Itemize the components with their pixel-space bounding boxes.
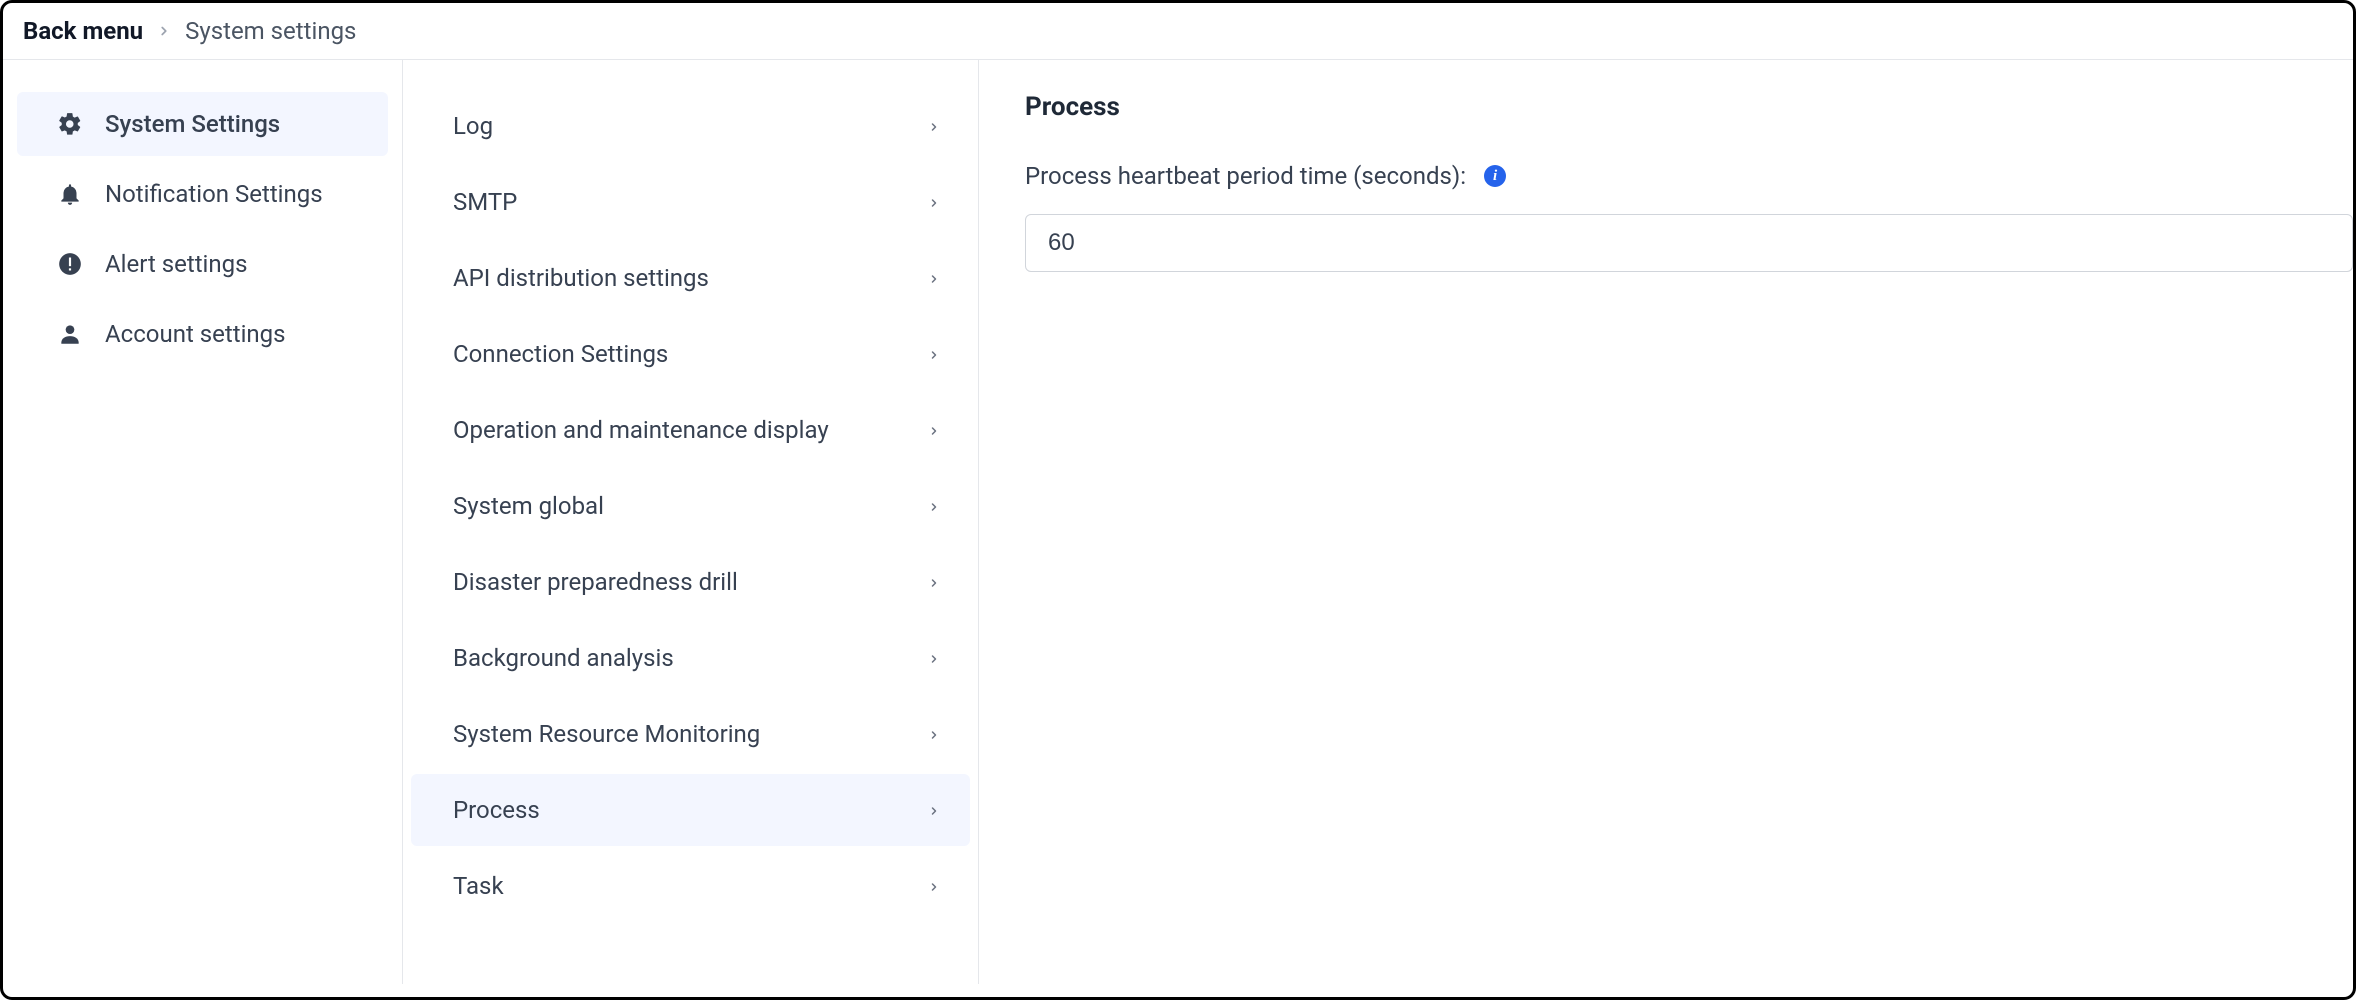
bell-icon: [57, 181, 83, 207]
sidebar-item-label: Account settings: [105, 320, 286, 348]
sidebar-item-label: Alert settings: [105, 250, 248, 278]
chevron-right-icon: [928, 722, 940, 747]
submenu-item-label: API distribution settings: [453, 264, 709, 292]
chevron-right-icon: [928, 266, 940, 291]
sidebar: System Settings Notification Settings Al…: [3, 60, 403, 984]
submenu-item-label: Disaster preparedness drill: [453, 568, 738, 596]
sidebar-item-account-settings[interactable]: Account settings: [17, 302, 388, 366]
gear-icon: [57, 111, 83, 137]
user-icon: [57, 321, 83, 347]
chevron-right-icon: [157, 19, 171, 43]
submenu-item-label: Log: [453, 112, 493, 140]
submenu-item-label: Background analysis: [453, 644, 674, 672]
submenu-item-dpd[interactable]: Disaster preparedness drill: [411, 546, 970, 618]
chevron-right-icon: [928, 646, 940, 671]
submenu-item-system-global[interactable]: System global: [411, 470, 970, 542]
submenu-item-label: Process: [453, 796, 540, 824]
sidebar-item-label: Notification Settings: [105, 180, 323, 208]
chevron-right-icon: [928, 798, 940, 823]
chevron-right-icon: [928, 342, 940, 367]
breadcrumb-current: System settings: [185, 17, 356, 45]
submenu-item-label: System global: [453, 492, 604, 520]
submenu-item-label: Operation and maintenance display: [453, 416, 829, 444]
heartbeat-label: Process heartbeat period time (seconds):: [1025, 162, 1466, 190]
content-panel: Process Process heartbeat period time (s…: [979, 60, 2353, 984]
chevron-right-icon: [928, 570, 940, 595]
submenu-item-smtp[interactable]: SMTP: [411, 166, 970, 238]
submenu-item-label: System Resource Monitoring: [453, 720, 760, 748]
info-icon[interactable]: i: [1484, 165, 1506, 187]
submenu-item-label: Connection Settings: [453, 340, 668, 368]
submenu-item-api-distribution[interactable]: API distribution settings: [411, 242, 970, 314]
submenu-item-label: SMTP: [453, 188, 517, 216]
sidebar-item-system-settings[interactable]: System Settings: [17, 92, 388, 156]
submenu-item-task[interactable]: Task: [411, 850, 970, 922]
chevron-right-icon: [928, 418, 940, 443]
submenu-item-process[interactable]: Process: [411, 774, 970, 846]
submenu-item-connection[interactable]: Connection Settings: [411, 318, 970, 390]
submenu-item-log[interactable]: Log: [411, 90, 970, 162]
sidebar-item-label: System Settings: [105, 110, 280, 138]
submenu-item-bg-analysis[interactable]: Background analysis: [411, 622, 970, 694]
sidebar-item-alert-settings[interactable]: Alert settings: [17, 232, 388, 296]
submenu-item-srm[interactable]: System Resource Monitoring: [411, 698, 970, 770]
breadcrumb: Back menu System settings: [3, 3, 2353, 60]
breadcrumb-back[interactable]: Back menu: [23, 17, 143, 45]
page-title: Process: [1025, 92, 2353, 122]
heartbeat-label-row: Process heartbeat period time (seconds):…: [1025, 162, 2353, 190]
submenu-item-label: Task: [453, 872, 504, 900]
alert-icon: [57, 251, 83, 277]
submenu-item-omd[interactable]: Operation and maintenance display: [411, 394, 970, 466]
heartbeat-input[interactable]: [1025, 214, 2353, 272]
chevron-right-icon: [928, 190, 940, 215]
chevron-right-icon: [928, 494, 940, 519]
chevron-right-icon: [928, 874, 940, 899]
submenu: Log SMTP API distribution settings Conne…: [403, 60, 979, 984]
chevron-right-icon: [928, 114, 940, 139]
sidebar-item-notification-settings[interactable]: Notification Settings: [17, 162, 388, 226]
